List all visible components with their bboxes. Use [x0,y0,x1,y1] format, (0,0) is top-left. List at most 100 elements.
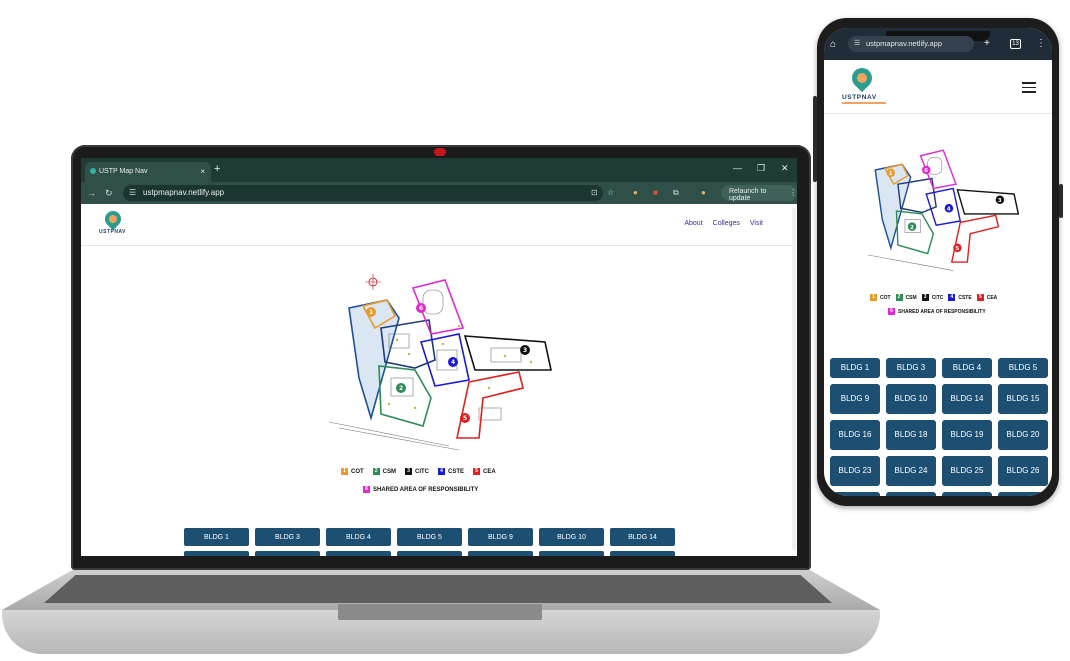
more-icon[interactable]: ⋮ [1036,38,1046,49]
phone-address-bar[interactable]: ☰ ustpmapnav.netlify.app [848,36,974,52]
building-button[interactable] [830,492,880,496]
legend-label: CSM [905,294,917,301]
bldg-25-button[interactable]: BLDG 25 [942,456,992,486]
bldg-23-button[interactable]: BLDG 23 [830,456,880,486]
browser-toolbar: → ↻ ☰ ustpmapnav.netlify.app ⊡ ☆ ● ■ ⧉ ●… [81,182,797,204]
bldg-1-button[interactable]: BLDG 1 [830,358,880,378]
svg-text:4: 4 [451,359,455,366]
phone-site-header: USTPNAV [824,60,1052,114]
building-button[interactable] [397,551,462,556]
site-nav: About Colleges Visit [684,220,763,227]
building-button[interactable] [255,551,320,556]
laptop-screen: USTP Map Nav × + — ❐ ✕ → ↻ ☰ ustpmapnav.… [81,158,797,556]
logo-dot [857,73,867,83]
bldg-3-button[interactable]: BLDG 3 [255,528,320,546]
plus-icon[interactable]: + [984,38,990,49]
bldg-9-button[interactable]: BLDG 9 [830,384,880,414]
address-bar[interactable]: ☰ ustpmapnav.netlify.app [123,185,603,201]
building-button[interactable] [184,551,249,556]
legend-item-cot: 1 COT [341,468,364,475]
bldg-18-button[interactable]: BLDG 18 [886,420,936,450]
map-legend: 1 COT 2 CSM 3 CITC 4 CSTE 5 CEA [341,468,501,475]
nav-visit[interactable]: Visit [750,220,763,227]
bldg-16-button[interactable]: BLDG 16 [830,420,880,450]
arrow-right-icon[interactable]: → [87,188,96,198]
phone-campus-map[interactable]: 1 2 3 4 5 6 [854,128,1024,280]
building-button[interactable] [942,492,992,496]
site-header: USTPNAV About Colleges Visit [81,204,797,246]
bldg-26-button[interactable]: BLDG 26 [998,456,1048,486]
bldg-24-button[interactable]: BLDG 24 [886,456,936,486]
restore-icon[interactable]: ❐ [757,163,765,174]
tune-icon[interactable]: ☰ [129,188,136,197]
legend-item-cea: 5 CEA [976,294,998,301]
bldg-19-button[interactable]: BLDG 19 [942,420,992,450]
bldg-5-button[interactable]: BLDG 5 [998,358,1048,378]
tune-icon[interactable]: ☰ [854,39,860,47]
extension-tp-icon[interactable]: ■ [653,188,658,197]
svg-text:5: 5 [463,415,467,422]
nav-colleges[interactable]: Colleges [713,220,740,227]
svg-text:3: 3 [523,347,527,354]
bldg-4-button[interactable]: BLDG 4 [326,528,391,546]
browser-tab[interactable]: USTP Map Nav × [85,162,211,182]
reload-icon[interactable]: ↻ [105,188,113,199]
legend-label: CSM [382,468,397,475]
legend-label: COT [351,468,364,475]
relaunch-button[interactable]: Relaunch to update [721,185,797,202]
phone-map-legend-shared: 6 SHARED AREA OF RESPONSIBILITY [888,308,991,315]
profile-icon[interactable]: ● [701,188,706,197]
legend-label: SHARED AREA OF RESPONSIBILITY [898,308,986,315]
close-window-icon[interactable]: ✕ [781,163,789,174]
campus-map[interactable]: 1 2 3 4 5 6 [319,258,559,454]
svg-text:2: 2 [399,385,403,392]
building-button[interactable] [610,551,675,556]
building-button[interactable] [998,492,1048,496]
address-url: ustpmapnav.netlify.app [143,188,225,197]
bldg-5-button[interactable]: BLDG 5 [397,528,462,546]
phone-volume-button [813,96,817,182]
bldg-14-button[interactable]: BLDG 14 [942,384,992,414]
phone-site-logo[interactable]: USTPNAV [842,63,886,108]
legend-label: CEA [986,294,998,301]
bldg-9-button[interactable]: BLDG 9 [468,528,533,546]
scrollbar[interactable] [792,208,796,550]
bldg-1-button[interactable]: BLDG 1 [184,528,249,546]
building-button[interactable] [468,551,533,556]
new-tab-button[interactable]: + [214,163,220,175]
menu-icon[interactable] [1022,82,1036,93]
more-icon[interactable]: ⋮ [789,188,797,197]
legend-item-shared: 6 SHARED AREA OF RESPONSIBILITY [363,486,478,493]
nav-about[interactable]: About [684,220,702,227]
building-button[interactable] [326,551,391,556]
building-button[interactable] [886,492,936,496]
bldg-3-button[interactable]: BLDG 3 [886,358,936,378]
star-icon[interactable]: ☆ [607,188,614,197]
bldg-10-button[interactable]: BLDG 10 [886,384,936,414]
phone-map-legend: 1 COT 2 CSM 3 CITC 4 CSTE 5 CEA [870,294,1002,301]
tabs-icon[interactable]: 13 [1010,39,1021,49]
site-logo[interactable]: USTPNAV [99,207,129,239]
map-legend-shared: 6 SHARED AREA OF RESPONSIBILITY [363,486,483,493]
legend-swatch: 5 [473,468,481,475]
svg-text:5: 5 [955,246,959,252]
bldg-10-button[interactable]: BLDG 10 [539,528,604,546]
building-button-row-2 [184,551,675,556]
building-button[interactable] [539,551,604,556]
tab-close-icon[interactable]: × [200,167,205,176]
bldg-4-button[interactable]: BLDG 4 [942,358,992,378]
legend-label: CSTE [448,468,465,475]
favicon-icon [90,168,96,174]
extension-icon[interactable]: ⧉ [673,188,679,198]
extension-avatar-icon[interactable]: ● [633,188,638,197]
bldg-15-button[interactable]: BLDG 15 [998,384,1048,414]
bldg-14-button[interactable]: BLDG 14 [610,528,675,546]
bldg-20-button[interactable]: BLDG 20 [998,420,1048,450]
phone-screen: ⌂ ☰ ustpmapnav.netlify.app + 13 ⋮ USTPNA… [824,28,1052,496]
minimize-icon[interactable]: — [733,163,742,173]
legend-swatch: 3 [405,468,413,475]
trackpad [338,604,542,620]
compass-icon [365,274,381,290]
home-icon[interactable]: ⌂ [830,39,836,50]
install-icon[interactable]: ⊡ [591,188,598,197]
